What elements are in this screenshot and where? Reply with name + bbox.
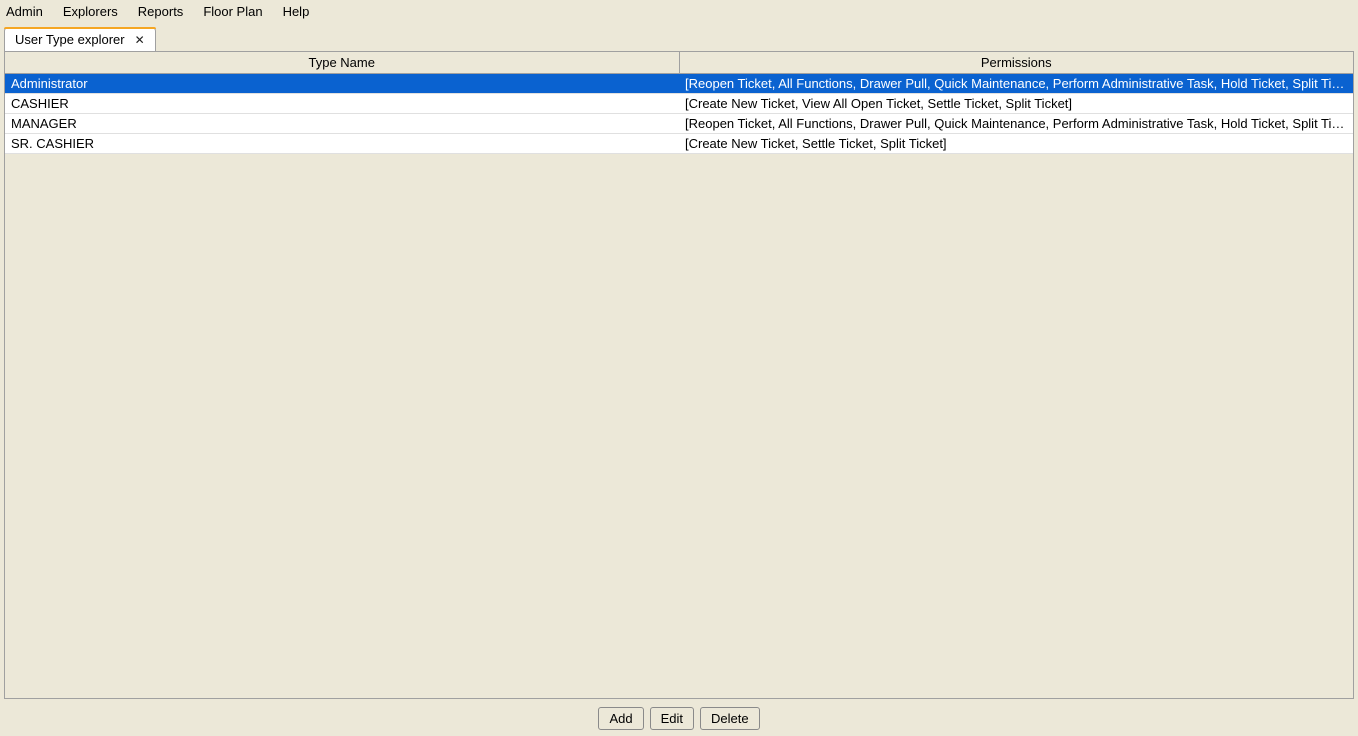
table-body: Administrator[Reopen Ticket, All Functio… — [5, 74, 1353, 154]
button-bar: Add Edit Delete — [0, 699, 1358, 736]
column-header-permissions[interactable]: Permissions — [679, 52, 1353, 74]
table-row[interactable]: Administrator[Reopen Ticket, All Functio… — [5, 74, 1353, 94]
user-type-table: Type Name Permissions Administrator[Reop… — [5, 52, 1353, 154]
cell-permissions: [Create New Ticket, Settle Ticket, Split… — [679, 134, 1353, 154]
delete-button[interactable]: Delete — [700, 707, 760, 730]
column-header-type-name[interactable]: Type Name — [5, 52, 679, 74]
tab-user-type-explorer[interactable]: User Type explorer ✕ — [4, 27, 156, 51]
tab-accent — [4, 27, 156, 29]
table-row[interactable]: SR. CASHIER[Create New Ticket, Settle Ti… — [5, 134, 1353, 154]
close-icon[interactable]: ✕ — [133, 34, 147, 46]
cell-permissions: [Reopen Ticket, All Functions, Drawer Pu… — [679, 114, 1353, 134]
menu-floor-plan[interactable]: Floor Plan — [193, 2, 272, 21]
edit-button[interactable]: Edit — [650, 707, 694, 730]
menu-admin[interactable]: Admin — [4, 2, 53, 21]
tabbar: User Type explorer ✕ — [0, 23, 1358, 51]
add-button[interactable]: Add — [598, 707, 643, 730]
cell-permissions: [Create New Ticket, View All Open Ticket… — [679, 94, 1353, 114]
menubar: Admin Explorers Reports Floor Plan Help — [0, 0, 1358, 23]
table-row[interactable]: MANAGER[Reopen Ticket, All Functions, Dr… — [5, 114, 1353, 134]
cell-permissions: [Reopen Ticket, All Functions, Drawer Pu… — [679, 74, 1353, 94]
menu-help[interactable]: Help — [273, 2, 320, 21]
table-wrap: Type Name Permissions Administrator[Reop… — [5, 52, 1353, 698]
cell-type-name: MANAGER — [5, 114, 679, 134]
table-row[interactable]: CASHIER[Create New Ticket, View All Open… — [5, 94, 1353, 114]
cell-type-name: SR. CASHIER — [5, 134, 679, 154]
menu-reports[interactable]: Reports — [128, 2, 194, 21]
tab-content: Type Name Permissions Administrator[Reop… — [4, 51, 1354, 699]
cell-type-name: CASHIER — [5, 94, 679, 114]
menu-explorers[interactable]: Explorers — [53, 2, 128, 21]
cell-type-name: Administrator — [5, 74, 679, 94]
tab-label: User Type explorer — [15, 32, 125, 47]
